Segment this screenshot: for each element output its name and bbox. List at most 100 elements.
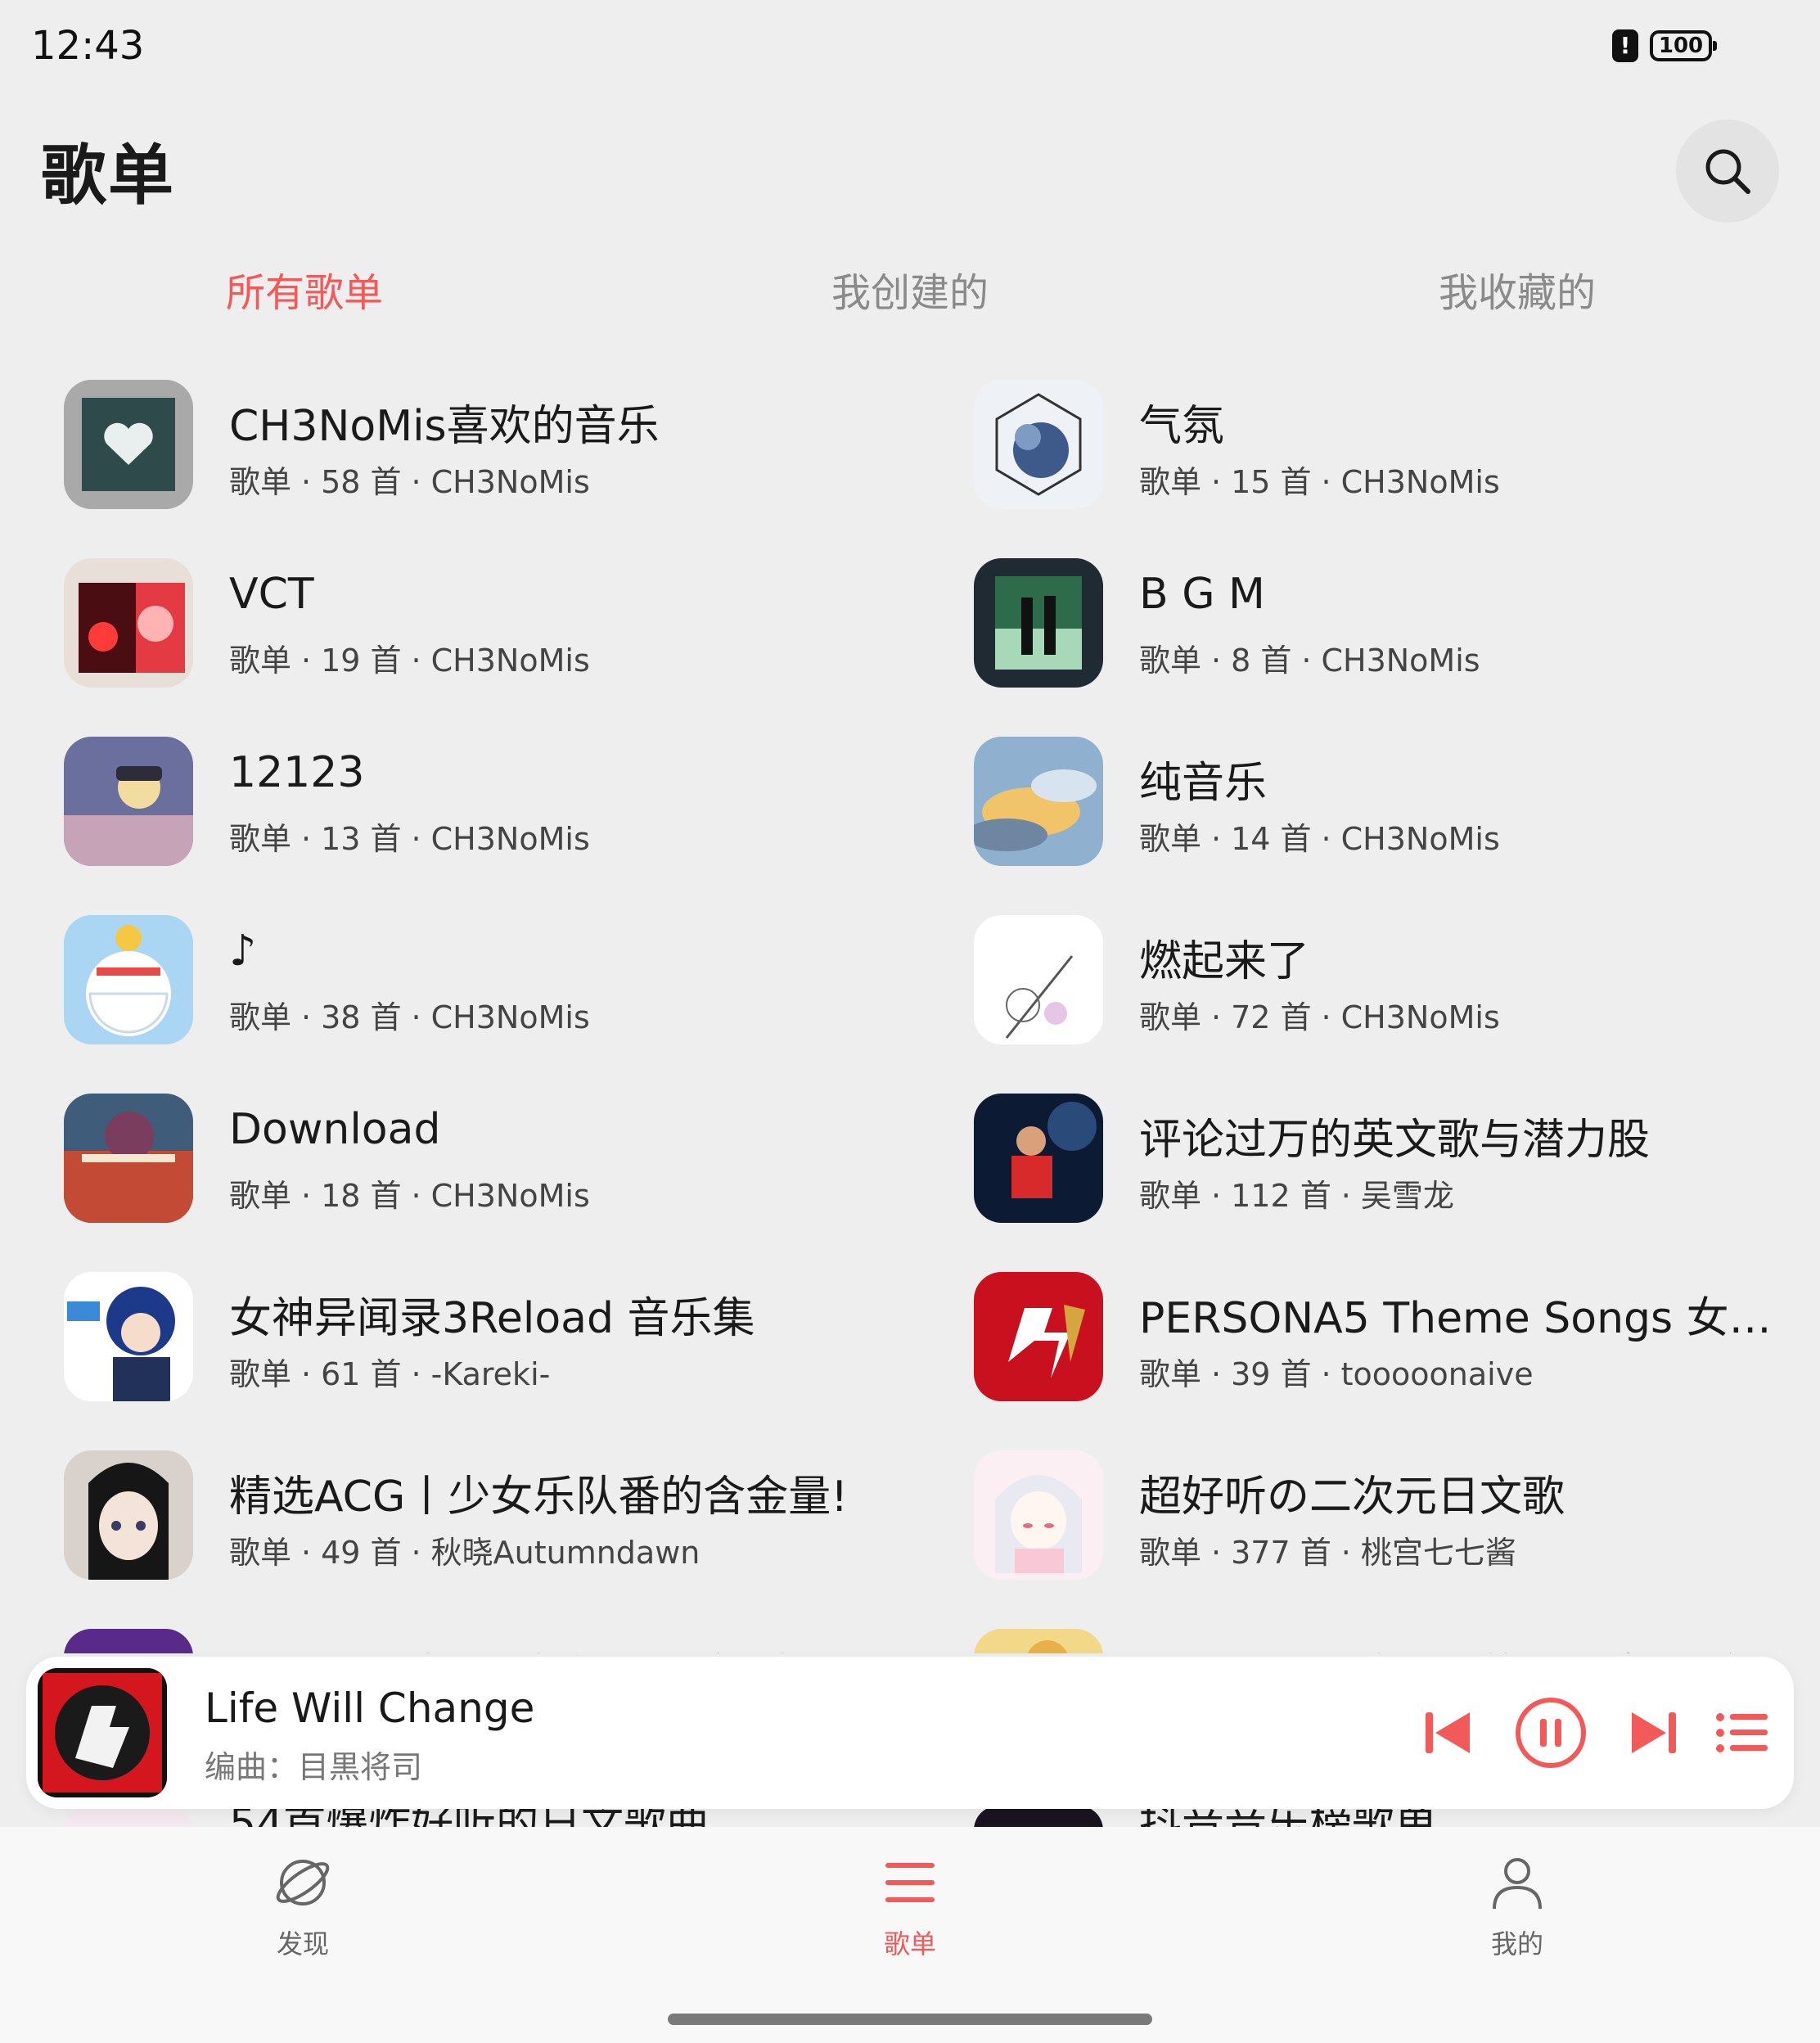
playlist-item[interactable]: VCT 歌单 · 19 首 · CH3NoMis — [64, 558, 915, 722]
next-button[interactable] — [1617, 1696, 1691, 1770]
playlist-cover — [974, 558, 1103, 688]
next-icon — [1632, 1712, 1676, 1753]
status-bar: 12:43 ! 100 — [0, 0, 1820, 98]
playlist-title: 【日语歌精选】超好听日文 秋 — [229, 1640, 796, 1653]
playlist-meta: 歌单 · 112 首 · 吴雪龙 — [1139, 1178, 1454, 1214]
queue-button[interactable] — [1705, 1696, 1779, 1770]
now-playing-cover — [38, 1668, 167, 1797]
playlist-cover — [64, 1629, 193, 1653]
playlist-item[interactable]: 纯音乐 歌单 · 14 首 · CH3NoMis — [974, 737, 1820, 900]
playlist-tabs: 所有歌单 我创建的 我收藏的 — [0, 260, 1820, 326]
playlist-cover — [64, 558, 193, 688]
playlist-cover — [974, 1809, 1103, 1827]
tab-all-playlists[interactable]: 所有歌单 — [226, 260, 383, 318]
nav-discover[interactable]: 发现 — [221, 1850, 385, 1961]
playlist-title: 气氛 — [1139, 402, 1225, 451]
playlist-item[interactable]: Download 歌单 · 18 首 · CH3NoMis — [64, 1094, 915, 1257]
nav-label: 发现 — [276, 1928, 329, 1960]
nav-label: 歌单 — [883, 1928, 936, 1960]
playlist-item[interactable]: 超好听の二次元日文歌 歌单 · 377 首 · 桃宫七七酱 — [974, 1450, 1820, 1614]
queue-icon — [1716, 1713, 1768, 1752]
playlist-cover — [974, 1272, 1103, 1401]
playlist-meta: 歌单 · 72 首 · CH3NoMis — [1139, 999, 1500, 1035]
page-title: 歌单 — [41, 138, 175, 214]
playlist-meta: 歌单 · 39 首 · tooooonaive — [1139, 1356, 1534, 1392]
playlist-meta: 歌单 · 377 首 · 桃宫七七酱 — [1139, 1535, 1516, 1571]
now-playing-title: Life Will Change — [205, 1684, 535, 1732]
playlist-item[interactable]: 评论过万的英文歌与潜力股 歌单 · 112 首 · 吴雪龙 — [974, 1094, 1820, 1257]
playlist-item[interactable]: ♪ 歌单 · 38 首 · CH3NoMis — [64, 915, 915, 1079]
playlist-title: PERSONA5 Theme Songs 女神... — [1139, 1294, 1786, 1343]
playlist-cover — [64, 1094, 193, 1223]
tab-collected[interactable]: 我收藏的 — [1439, 260, 1596, 318]
pause-button[interactable] — [1514, 1696, 1588, 1770]
nav-mine[interactable]: 我的 — [1435, 1850, 1599, 1961]
pause-icon — [1516, 1698, 1586, 1768]
playlist-cover — [64, 1450, 193, 1580]
playlist-meta: 歌单 · 13 首 · CH3NoMis — [229, 821, 590, 857]
battery-alert-icon: ! — [1612, 29, 1638, 62]
playlist-item[interactable]: 精选ACG丨少女乐队番的含金量! 歌单 · 49 首 · 秋晓Autumndawn — [64, 1450, 915, 1614]
playlist-title: 纯音乐 — [1139, 759, 1268, 808]
playlist-cover — [64, 737, 193, 866]
playlist-title: Download — [229, 1105, 441, 1154]
previous-button[interactable] — [1411, 1696, 1484, 1770]
playlist-item[interactable]: 【日语歌精选】超好听日文 秋 — [64, 1629, 915, 1653]
playlist-item[interactable]: 气氛 歌单 · 15 首 · CH3NoMis — [974, 380, 1820, 543]
search-icon — [1705, 149, 1750, 194]
playlist-item[interactable]: 燃起来了 歌单 · 72 首 · CH3NoMis — [974, 915, 1820, 1079]
playlist-meta: 歌单 · 18 首 · CH3NoMis — [229, 1178, 590, 1214]
playlist-item[interactable]: CH3NoMis喜欢的音乐 歌单 · 58 首 · CH3NoMis — [64, 380, 915, 543]
playlist-meta: 歌单 · 8 首 · CH3NoMis — [1139, 643, 1480, 679]
playlist-item[interactable]: B G M 歌单 · 8 首 · CH3NoMis — [974, 558, 1820, 722]
bottom-nav: 发现 歌单 我的 — [0, 1827, 1820, 2043]
playlist-title: B G M — [1139, 570, 1265, 619]
planet-icon — [276, 1860, 330, 1905]
playlist-meta: 歌单 · 38 首 · CH3NoMis — [229, 999, 590, 1035]
playlist-meta: 歌单 · 58 首 · CH3NoMis — [229, 464, 590, 500]
playlist-item[interactable]: PERSONA5 Theme Songs 女神... 歌单 · 39 首 · toooo… — [974, 1272, 1820, 1436]
mini-player[interactable]: Life Will Change 编曲：目黒将司 — [26, 1657, 1794, 1809]
home-indicator[interactable] — [668, 2014, 1152, 2025]
battery-icon: 100 — [1650, 30, 1717, 61]
playlist-cover — [64, 915, 193, 1044]
playlist-title: 燃起来了 — [1139, 937, 1310, 986]
playlist-meta: 歌单 · 49 首 · 秋晓Autumndawn — [229, 1535, 701, 1571]
playlist-item[interactable]: 女神异闻录3Reload 音乐集 歌单 · 61 首 · -Kareki- — [64, 1272, 915, 1436]
previous-icon — [1426, 1712, 1470, 1753]
playlist-cover — [64, 1809, 193, 1827]
playlist-title: 评论过万的英文歌与潜力股 — [1139, 1116, 1651, 1165]
nav-label: 我的 — [1490, 1928, 1543, 1960]
playlist-cover — [974, 380, 1103, 509]
playlist-cover — [974, 1094, 1103, 1223]
playlist-title: 女神异闻录3Reload 音乐集 — [229, 1294, 755, 1343]
search-button[interactable] — [1676, 120, 1779, 223]
playlist-cover — [974, 1629, 1103, 1653]
playlist-cover — [974, 915, 1103, 1044]
playlist-cover — [974, 737, 1103, 866]
playlist-title: 网易云上评论过万的动漫音乐（ — [1139, 1640, 1735, 1653]
user-icon — [1493, 1858, 1542, 1910]
playlist-meta: 歌单 · 15 首 · CH3NoMis — [1139, 464, 1500, 500]
now-playing-subtitle: 编曲：目黒将司 — [205, 1749, 423, 1785]
playlist-title: VCT — [229, 570, 314, 619]
playlist-peek-row: 54首爆炸好听的日文歌曲 抖音音乐榜歌单 — [0, 1809, 1820, 1827]
playlist-grid: CH3NoMis喜欢的音乐 歌单 · 58 首 · CH3NoMis 气氛 歌单 · 15 … — [0, 377, 1820, 1653]
playlist-meta: 歌单 · 14 首 · CH3NoMis — [1139, 821, 1500, 857]
playlist-title: 精选ACG丨少女乐队番的含金量! — [229, 1472, 849, 1522]
playlist-cover — [64, 1272, 193, 1401]
playlist-title: 超好听の二次元日文歌 — [1139, 1472, 1565, 1522]
playlist-item[interactable]: 网易云上评论过万的动漫音乐（ — [974, 1629, 1820, 1653]
playlist-cover — [64, 380, 193, 509]
playlist-title: 12123 — [229, 748, 365, 797]
status-time: 12:43 — [31, 23, 145, 69]
playlist-meta: 歌单 · 19 首 · CH3NoMis — [229, 643, 590, 679]
playlist-item[interactable]: 12123 歌单 · 13 首 · CH3NoMis — [64, 737, 915, 900]
menu-icon — [885, 1863, 935, 1902]
playlist-title: 54首爆炸好听的日文歌曲 — [229, 1809, 709, 1827]
playlist-meta: 歌单 · 61 首 · -Kareki- — [229, 1356, 551, 1392]
nav-playlists[interactable]: 歌单 — [828, 1850, 992, 1961]
playlist-title: CH3NoMis喜欢的音乐 — [229, 402, 660, 451]
playlist-title: ♪ — [229, 927, 257, 976]
tab-created[interactable]: 我创建的 — [831, 260, 989, 318]
